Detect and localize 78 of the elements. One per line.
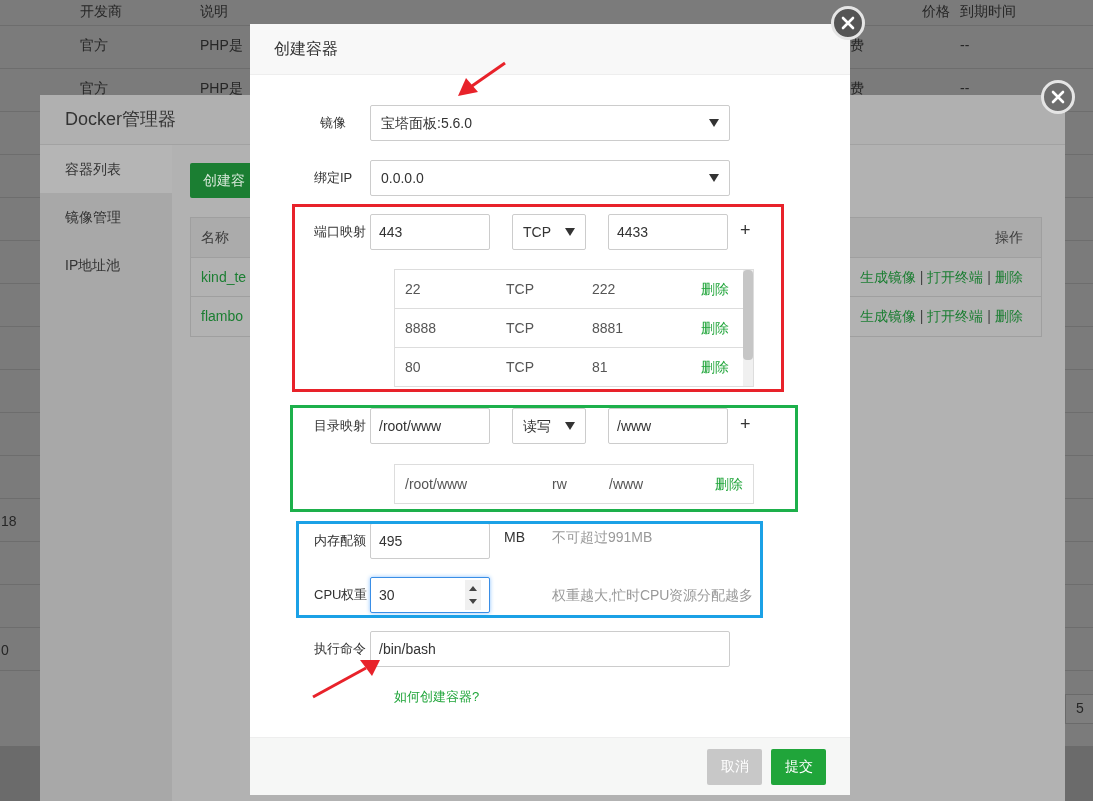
input-field[interactable]: /www bbox=[608, 408, 728, 444]
list-cell-text: 22 bbox=[405, 279, 422, 299]
delete-link[interactable]: 删除 bbox=[701, 278, 729, 300]
field-label: CPU权重 bbox=[313, 586, 369, 604]
select-field[interactable]: TCP bbox=[512, 214, 586, 250]
number-field[interactable]: 30 bbox=[370, 577, 490, 613]
input-field[interactable]: 443 bbox=[370, 214, 490, 250]
list-cell-text: TCP bbox=[506, 279, 535, 299]
add-button[interactable]: + bbox=[740, 214, 751, 246]
dialog-title: Docker管理器 bbox=[65, 108, 176, 131]
select-field[interactable]: 0.0.0.0 bbox=[370, 160, 730, 196]
list-cell-text: /root/www bbox=[405, 474, 469, 494]
sidebar-tab[interactable]: 容器列表 bbox=[40, 145, 172, 193]
input-field[interactable]: 495 bbox=[370, 523, 490, 559]
input-field[interactable]: 4433 bbox=[608, 214, 728, 250]
separator: | bbox=[919, 307, 924, 326]
field-label: 执行命令 bbox=[313, 640, 367, 658]
field-label: 绑定IP bbox=[313, 169, 354, 187]
column-header: 说明 bbox=[200, 2, 228, 21]
table-cell-text: 0 bbox=[1, 641, 9, 660]
separator: | bbox=[987, 267, 991, 287]
close-button[interactable] bbox=[1041, 80, 1075, 114]
list-cell-text: rw bbox=[552, 474, 568, 494]
caret-icon bbox=[565, 422, 575, 430]
submit-button[interactable]: 提交 bbox=[771, 748, 826, 785]
separator: | bbox=[919, 267, 924, 287]
field-label: 内存配额 bbox=[313, 532, 367, 550]
close-button[interactable] bbox=[831, 6, 865, 40]
input-field[interactable]: /bin/bash bbox=[370, 631, 730, 667]
list-cell-text: 8881 bbox=[592, 318, 625, 338]
list-cell-text: TCP bbox=[506, 318, 535, 338]
hint-text: 权重越大,忙时CPU资源分配越多 bbox=[552, 586, 754, 605]
hint-text: 不可超过991MB bbox=[552, 528, 653, 547]
sidebar-tab[interactable]: 镜像管理 bbox=[40, 193, 172, 241]
field-label: 端口映射 bbox=[313, 223, 367, 241]
column-header: 名称 bbox=[201, 228, 229, 247]
table-cell-text: 官方 bbox=[80, 36, 108, 55]
dialog-title: 创建容器 bbox=[274, 39, 338, 59]
delete-link[interactable]: 删除 bbox=[715, 473, 743, 495]
delete-link[interactable]: 删除 bbox=[701, 317, 729, 339]
caret-icon bbox=[565, 228, 575, 236]
scrollbar[interactable] bbox=[743, 270, 753, 386]
field-label: 目录映射 bbox=[313, 417, 367, 435]
table-cell-text: PHP是 bbox=[200, 36, 243, 55]
table-cell-text: 费 bbox=[850, 79, 864, 98]
table-cell-text: -- bbox=[960, 79, 970, 98]
table-cell-text: 费 bbox=[850, 36, 864, 55]
table-cell-text: -- bbox=[960, 36, 970, 55]
select-field[interactable]: 读写 bbox=[512, 408, 586, 444]
unit-label: MB bbox=[504, 528, 526, 547]
annotation-arrow bbox=[312, 660, 380, 699]
list-cell-text: 8888 bbox=[405, 318, 438, 338]
help-link[interactable]: 如何创建容器? bbox=[394, 687, 480, 707]
list-cell-text: 222 bbox=[592, 279, 617, 299]
column-header: 到期时间 bbox=[960, 2, 1016, 21]
caret-icon bbox=[709, 119, 719, 127]
annotation-arrow bbox=[458, 61, 506, 96]
column-header: 操作 bbox=[995, 228, 1024, 247]
separator: | bbox=[987, 307, 991, 326]
field-label: 镜像 bbox=[319, 114, 347, 132]
list-cell-text: /www bbox=[609, 474, 645, 494]
close-icon bbox=[1051, 90, 1065, 104]
table-cell-text: PHP是 bbox=[200, 79, 243, 98]
close-icon bbox=[841, 16, 855, 30]
table-cell-text: 18 bbox=[1, 512, 17, 531]
sidebar-tab[interactable]: IP地址池 bbox=[40, 241, 172, 289]
caret-icon bbox=[709, 174, 719, 182]
input-field[interactable]: /root/www bbox=[370, 408, 490, 444]
delete-link[interactable]: 删除 bbox=[701, 356, 729, 378]
table-cell-text: 官方 bbox=[80, 79, 108, 98]
list-cell-text: 81 bbox=[592, 357, 609, 377]
column-header: 开发商 bbox=[80, 2, 122, 21]
spinner-icon[interactable] bbox=[465, 580, 481, 610]
select-field[interactable]: 宝塔面板:5.6.0 bbox=[370, 105, 730, 141]
page-button[interactable]: 5 bbox=[1065, 693, 1093, 724]
column-header: 价格 bbox=[922, 2, 950, 21]
list-cell-text: TCP bbox=[506, 357, 535, 377]
list-cell-text: 80 bbox=[405, 357, 422, 377]
